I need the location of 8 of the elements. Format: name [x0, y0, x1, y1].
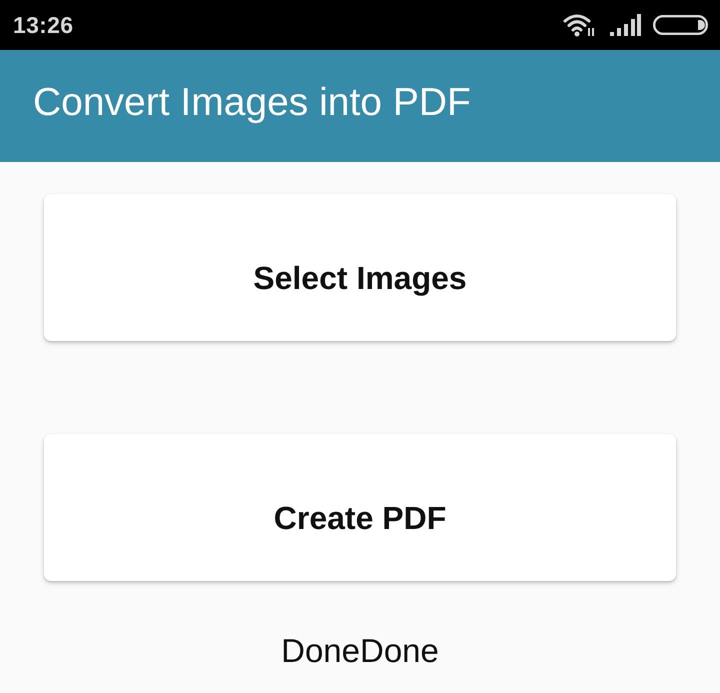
status-message: DoneDone	[281, 632, 439, 670]
signal-icon	[610, 14, 641, 36]
action-button[interactable]: Create PDF	[44, 434, 676, 581]
battery-icon	[653, 15, 708, 35]
clock-time: 13:26	[13, 12, 74, 38]
action-button[interactable]: Select Images	[44, 194, 676, 341]
wifi-icon	[563, 13, 597, 37]
app-title: Convert Images into PDF	[33, 81, 471, 125]
